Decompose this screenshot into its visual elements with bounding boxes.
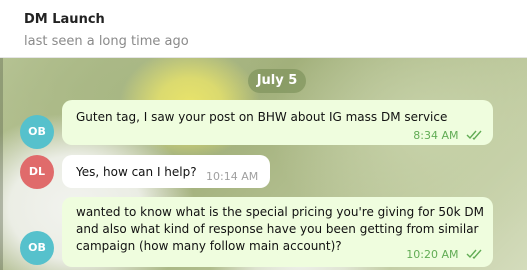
message-time: 10:20 AM <box>406 248 459 261</box>
chat-title[interactable]: DM Launch <box>24 12 105 27</box>
message-text: Guten tag, I saw your post on BHW about … <box>76 110 448 124</box>
double-check-icon <box>466 247 483 264</box>
message-bubble[interactable]: Guten tag, I saw your post on BHW about … <box>62 100 493 145</box>
scrollbar[interactable] <box>0 58 3 270</box>
message-meta: 10:20 AM <box>406 246 483 264</box>
date-separator: July 5 <box>248 69 306 93</box>
message-bubble[interactable]: wanted to know what is the special prici… <box>62 197 493 267</box>
message-line: wanted to know what is the special prici… <box>76 205 484 219</box>
chat-header[interactable]: DM Launch last seen a long time ago <box>0 0 527 58</box>
message-text: Yes, how can I help? <box>76 165 197 179</box>
message-time: 8:34 AM <box>413 129 459 142</box>
chat-status: last seen a long time ago <box>24 34 189 49</box>
avatar[interactable]: OB <box>20 115 54 149</box>
double-check-icon <box>466 128 483 145</box>
message-time: 10:14 AM <box>206 170 259 183</box>
message-line: and also what kind of response have you … <box>76 222 479 236</box>
avatar[interactable]: OB <box>20 231 54 265</box>
avatar[interactable]: DL <box>20 155 54 189</box>
double-check-icon-glyph <box>466 249 482 259</box>
message-bubble[interactable]: Yes, how can I help? 10:14 AM <box>62 155 270 188</box>
chat-history[interactable]: July 5 OB Guten tag, I saw your post on … <box>0 58 527 270</box>
message-meta: 8:34 AM <box>413 127 483 145</box>
double-check-icon-glyph <box>466 130 482 140</box>
